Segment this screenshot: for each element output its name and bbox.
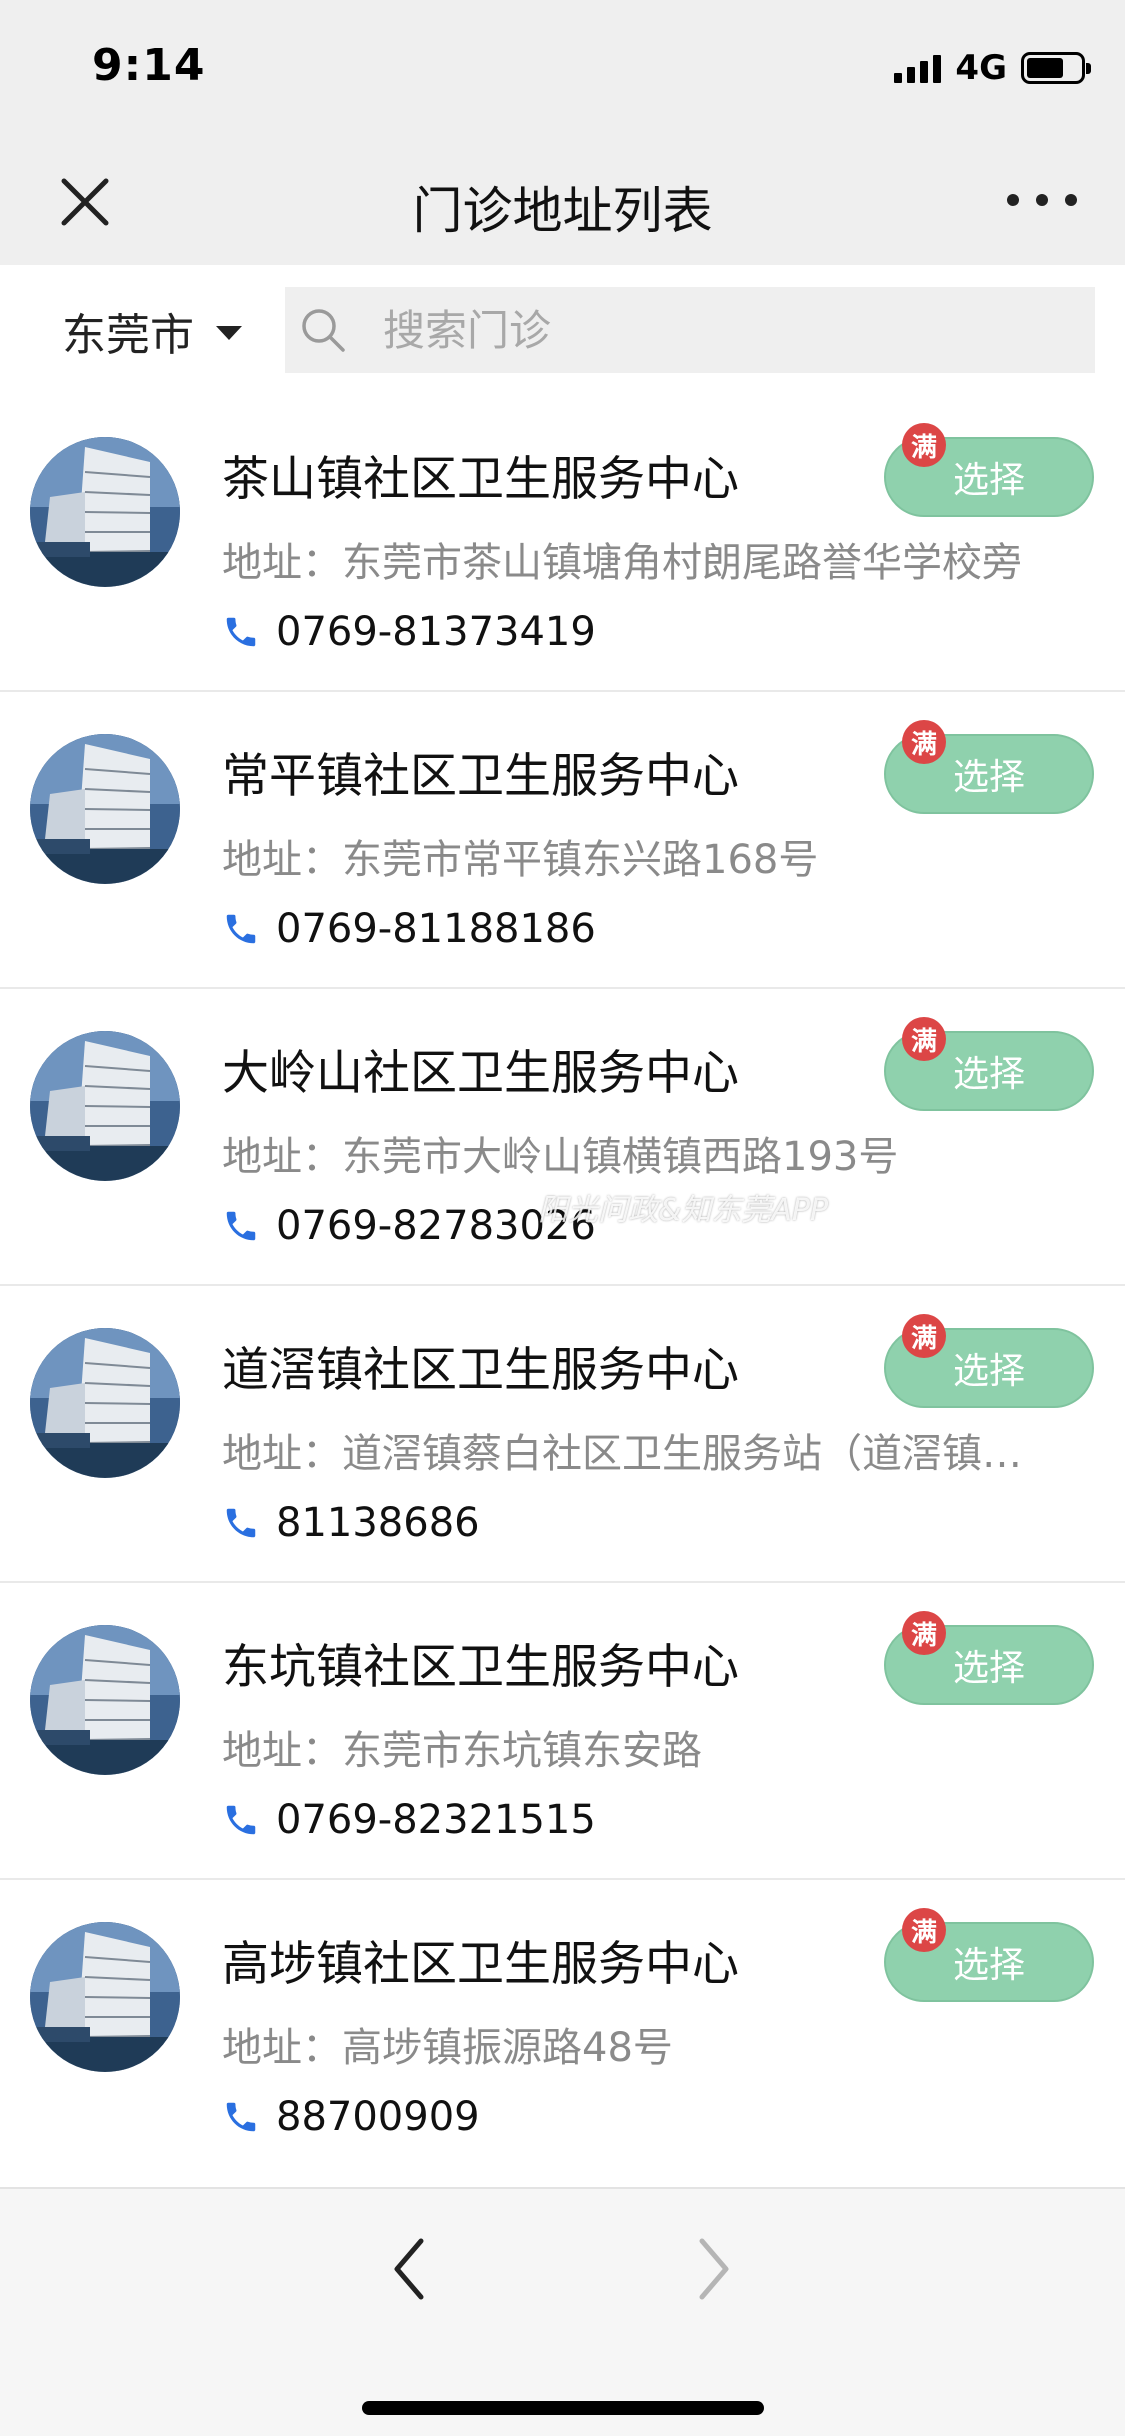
status-time: 9:14 bbox=[92, 40, 206, 91]
clinic-building-image bbox=[30, 1625, 180, 1775]
full-badge: 满 bbox=[902, 1908, 946, 1952]
search-icon bbox=[302, 309, 345, 352]
full-badge: 满 bbox=[902, 1017, 946, 1061]
clinic-name: 茶山镇社区卫生服务中心 bbox=[222, 452, 739, 507]
clinic-building-image bbox=[30, 734, 180, 884]
browser-toolbar bbox=[0, 2187, 1125, 2436]
clinic-address: 地址：东莞市东坑镇东安路 bbox=[222, 1728, 702, 1774]
city-dropdown[interactable]: 东莞市 bbox=[62, 301, 242, 361]
phone-number: 81138686 bbox=[276, 1500, 480, 1546]
clinic-phone[interactable]: 88700909 bbox=[222, 2092, 480, 2142]
clinic-list-item: 高埗镇社区卫生服务中心 地址：高埗镇振源路48号 88700909 选择 满 bbox=[0, 1880, 1125, 2172]
clinic-address: 地址：东莞市常平镇东兴路168号 bbox=[222, 837, 819, 883]
clinic-list-item: 东坑镇社区卫生服务中心 地址：东莞市东坑镇东安路 0769-82321515 选… bbox=[0, 1583, 1125, 1880]
search-bar bbox=[285, 287, 1095, 373]
clinic-phone[interactable]: 0769-81188186 bbox=[222, 904, 596, 954]
network-type: 4G bbox=[955, 48, 1007, 88]
clinic-phone[interactable]: 0769-82321515 bbox=[222, 1795, 596, 1845]
clinic-list-item: 茶山镇社区卫生服务中心 地址：东莞市茶山镇塘角村朗尾路誉华学校旁 0769-81… bbox=[0, 395, 1125, 692]
full-badge: 满 bbox=[902, 720, 946, 764]
clinic-name: 大岭山社区卫生服务中心 bbox=[222, 1046, 739, 1101]
clinic-list-item: 大岭山社区卫生服务中心 地址：东莞市大岭山镇横镇西路193号 0769-8278… bbox=[0, 989, 1125, 1286]
phone-number: 0769-82321515 bbox=[276, 1797, 596, 1843]
nav-bar: 门诊地址列表 bbox=[0, 135, 1125, 265]
clinic-address: 地址：东莞市大岭山镇横镇西路193号 bbox=[222, 1134, 899, 1180]
signal-icon bbox=[894, 53, 942, 83]
clinic-building-image bbox=[30, 1922, 180, 2072]
clinic-name: 道滘镇社区卫生服务中心 bbox=[222, 1343, 739, 1398]
full-badge: 满 bbox=[902, 1611, 946, 1655]
clinic-building-image bbox=[30, 437, 180, 587]
clinic-building-image bbox=[30, 1328, 180, 1478]
phone-number: 88700909 bbox=[276, 2094, 480, 2140]
full-badge: 满 bbox=[902, 1314, 946, 1358]
phone-icon bbox=[226, 1805, 256, 1835]
clinic-address: 地址：道滘镇蔡白社区卫生服务站（道滘镇… bbox=[222, 1431, 1022, 1477]
filter-row: 东莞市 bbox=[0, 265, 1125, 395]
search-input[interactable] bbox=[383, 305, 1063, 355]
phone-number: 0769-81188186 bbox=[276, 906, 596, 952]
phone-number: 0769-81373419 bbox=[276, 609, 596, 655]
clinic-phone[interactable]: 81138686 bbox=[222, 1498, 480, 1548]
battery-icon bbox=[1021, 52, 1091, 84]
status-indicators: 4G bbox=[894, 48, 1091, 88]
phone-icon bbox=[226, 1508, 256, 1538]
clinic-name: 高埗镇社区卫生服务中心 bbox=[222, 1937, 739, 1992]
clinic-address: 地址：东莞市茶山镇塘角村朗尾路誉华学校旁 bbox=[222, 540, 1022, 586]
clinic-list: 茶山镇社区卫生服务中心 地址：东莞市茶山镇塘角村朗尾路誉华学校旁 0769-81… bbox=[0, 395, 1125, 2172]
clinic-list-item: 道滘镇社区卫生服务中心 地址：道滘镇蔡白社区卫生服务站（道滘镇… 8113868… bbox=[0, 1286, 1125, 1583]
more-icon[interactable] bbox=[1007, 175, 1077, 225]
chevron-left-icon[interactable] bbox=[385, 2229, 435, 2309]
status-bar: 9:14 4G bbox=[0, 0, 1125, 135]
clinic-phone[interactable]: 0769-81373419 bbox=[222, 607, 596, 657]
city-label: 东莞市 bbox=[62, 310, 194, 361]
clinic-building-image bbox=[30, 1031, 180, 1181]
full-badge: 满 bbox=[902, 423, 946, 467]
clinic-list-item: 常平镇社区卫生服务中心 地址：东莞市常平镇东兴路168号 0769-811881… bbox=[0, 692, 1125, 989]
phone-icon bbox=[226, 914, 256, 944]
phone-icon bbox=[226, 617, 256, 647]
clinic-address: 地址：高埗镇振源路48号 bbox=[222, 2025, 673, 2071]
phone-icon bbox=[226, 2102, 256, 2132]
chevron-down-icon bbox=[216, 326, 242, 340]
clinic-name: 常平镇社区卫生服务中心 bbox=[222, 749, 739, 804]
clinic-name: 东坑镇社区卫生服务中心 bbox=[222, 1640, 739, 1695]
home-indicator bbox=[362, 2401, 764, 2415]
watermark: 阳光问政&知东莞APP bbox=[538, 1193, 829, 1228]
phone-icon bbox=[226, 1211, 256, 1241]
page-title: 门诊地址列表 bbox=[412, 182, 713, 240]
chevron-right-icon[interactable] bbox=[688, 2229, 738, 2309]
